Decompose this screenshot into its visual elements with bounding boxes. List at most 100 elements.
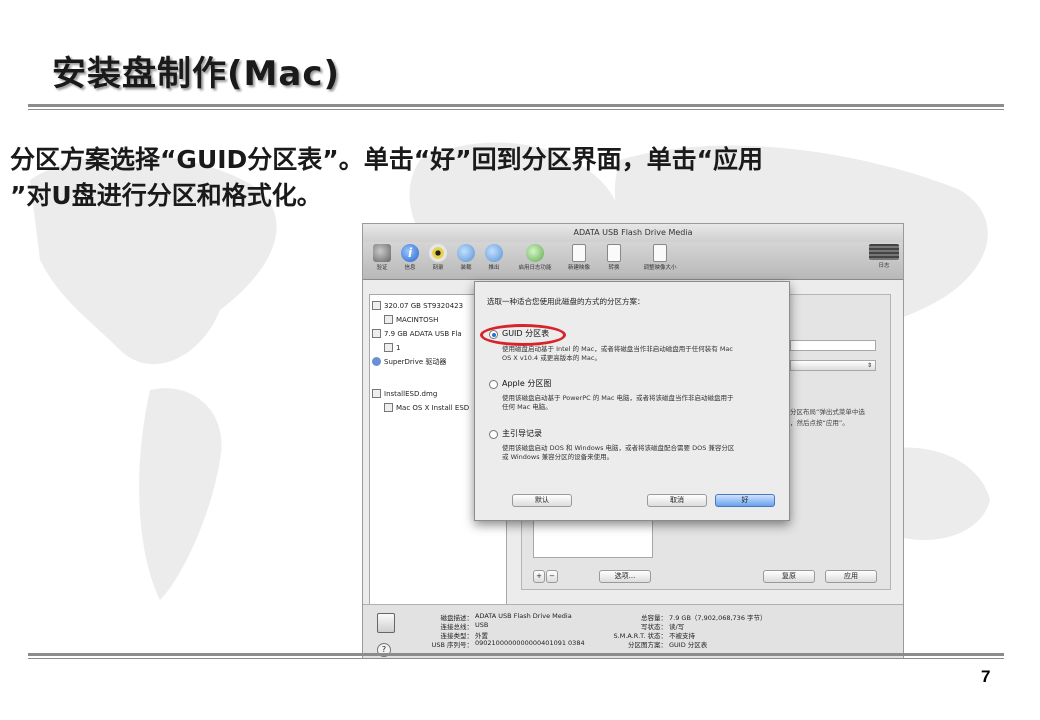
revert-button[interactable]: 复原 (763, 570, 815, 583)
desc-line: 使用磁盘启动基于 Intel 的 Mac，或者将磁盘当作非启动磁盘用于任何装有 … (502, 345, 733, 353)
name-field[interactable] (790, 340, 876, 351)
add-partition-button[interactable]: + (533, 570, 545, 583)
toolbar-new-image-button[interactable]: 新建映像 (561, 244, 597, 271)
option-mbr-desc: 使用该磁盘启动 DOS 和 Windows 电脑，或者将该磁盘配合需要 DOS … (502, 444, 782, 462)
sidebar-item-internal-disk[interactable]: 320.07 GB ST9320423 (372, 301, 463, 310)
info-icon: i (401, 244, 419, 262)
sidebar-item-usb-disk[interactable]: 7.9 GB ADATA USB Fla (372, 329, 462, 338)
top-rule-thin (28, 109, 1004, 110)
option-apple-label[interactable]: Apple 分区图 (502, 378, 551, 389)
resize-image-icon (653, 244, 667, 262)
instruction-line-1: 分区方案选择“GUID分区表”。单击“好”回到分区界面，单击“应用 (10, 145, 764, 174)
serial-label: USB 序列号： (431, 641, 473, 649)
sidebar-item-label: Mac OS X Install ESD (396, 404, 470, 412)
toolbar-label: 刻录 (432, 265, 444, 271)
toolbar-label: 新建映像 (567, 265, 590, 271)
toolbar-eject-button[interactable]: 推出 (479, 244, 509, 271)
enable-journaling-icon (526, 244, 544, 262)
guid-highlight-ellipse (480, 324, 566, 346)
options-button[interactable]: 选项... (599, 570, 651, 583)
eject-icon (485, 244, 503, 262)
log-icon (869, 244, 899, 260)
sidebar-item-label: 320.07 GB ST9320423 (384, 302, 464, 310)
volume-icon (384, 343, 393, 352)
usb-drive-icon (377, 613, 395, 633)
disk-desc-value: ADATA USB Flash Drive Media (475, 612, 572, 620)
serial-value: 0902100000000000401091 0384 (475, 639, 585, 647)
window-title: ADATA USB Flash Drive Media (363, 224, 903, 242)
toolbar-mount-button[interactable]: 装载 (451, 244, 481, 271)
toolbar-label: 调整映像大小 (643, 265, 677, 271)
format-popup[interactable]: ⇕ (790, 360, 876, 371)
option-guid-desc: 使用磁盘启动基于 Intel 的 Mac，或者将磁盘当作非启动磁盘用于任何装有 … (502, 345, 782, 363)
sidebar-item-label: SuperDrive 驱动器 (384, 358, 447, 366)
sidebar-item-label: MACINTOSH (396, 316, 439, 324)
toolbar-verify-button[interactable]: 验证 (367, 244, 397, 271)
default-button[interactable]: 默认 (512, 494, 572, 507)
disk-image-icon (372, 389, 381, 398)
partition-scheme-label: 分区图方案： (628, 641, 667, 649)
new-image-icon (572, 244, 586, 262)
sidebar-item-label: InstallESD.dmg (384, 390, 438, 398)
convert-icon (607, 244, 621, 262)
mount-icon (457, 244, 475, 262)
toolbar-label: 启用日志功能 (518, 265, 552, 271)
partition-hint-line-2: ，然后点按“应用”。 (790, 419, 849, 427)
desc-line: 使用该磁盘启动 DOS 和 Windows 电脑，或者将该磁盘配合需要 DOS … (502, 444, 735, 452)
disk-info-panel: ? 磁盘描述： ADATA USB Flash Drive Media 连接总线… (363, 604, 903, 658)
volume-icon (384, 315, 393, 324)
partition-scheme-sheet: 选取一种适合您使用此磁盘的方式的分区方案： GUID 分区表 使用磁盘启动基于 … (474, 281, 790, 521)
sidebar-item-label: 1 (396, 344, 401, 352)
toolbar-burn-button[interactable]: 刻录 (423, 244, 453, 271)
desc-line: 任何 Mac 电脑。 (502, 403, 552, 411)
volume-icon (384, 403, 393, 412)
conn-bus-value: USB (475, 621, 489, 629)
sidebar-item-macintosh[interactable]: MACINTOSH (384, 315, 438, 324)
radio-apple[interactable] (489, 380, 498, 389)
burn-icon (429, 244, 447, 262)
toolbar-log-button[interactable]: 日志 (869, 244, 899, 269)
microscope-icon (373, 244, 391, 262)
partition-scheme-value: GUID 分区表 (669, 641, 708, 649)
toolbar-label: 推出 (488, 265, 500, 271)
desc-line: OS X v10.4 或更高版本的 Mac。 (502, 354, 601, 362)
bottom-rule (28, 653, 1004, 656)
toolbar-label: 装载 (460, 265, 472, 271)
usb-disk-icon (372, 329, 381, 338)
sidebar-item-label: 7.9 GB ADATA USB Fla (384, 330, 462, 338)
radio-mbr[interactable] (489, 430, 498, 439)
toolbar-label: 转换 (608, 265, 620, 271)
remove-partition-button[interactable]: − (546, 570, 558, 583)
toolbar-label: 验证 (376, 265, 388, 271)
desc-line: 使用该磁盘启动基于 PowerPC 的 Mac 电脑，或者将该磁盘当作非启动磁盘… (502, 394, 734, 402)
bottom-rule-thin (28, 658, 1004, 659)
toolbar-label: 信息 (404, 265, 416, 271)
sidebar-item-installesd-dmg[interactable]: InstallESD.dmg (372, 389, 437, 398)
optical-drive-icon (372, 357, 381, 366)
sidebar-item-superdrive[interactable]: SuperDrive 驱动器 (372, 357, 446, 367)
desc-line: 或 Windows 兼容分区的设备来使用。 (502, 453, 614, 461)
sidebar-item-volume-1[interactable]: 1 (384, 343, 400, 352)
toolbar: 验证 i 信息 刻录 装载 推出 启用日志功能 新建映像 转换 调整映像大小 日… (363, 242, 903, 280)
toolbar-label: 日志 (878, 263, 890, 269)
toolbar-resize-image-button[interactable]: 调整映像大小 (635, 244, 685, 271)
partition-layout-preview (533, 520, 653, 558)
hard-disk-icon (372, 301, 381, 310)
instruction-line-2: ”对U盘进行分区和格式化。 (10, 181, 322, 210)
option-mbr-label[interactable]: 主引导记录 (502, 428, 542, 439)
partition-hint-line-1: 分区布局“弹出式菜单中选 (790, 408, 865, 416)
toolbar-convert-button[interactable]: 转换 (599, 244, 629, 271)
toolbar-info-button[interactable]: i 信息 (395, 244, 425, 271)
apply-button[interactable]: 应用 (825, 570, 877, 583)
ok-button[interactable]: 好 (715, 494, 775, 507)
toolbar-journaling-button[interactable]: 启用日志功能 (513, 244, 557, 271)
page-number: 7 (981, 667, 991, 686)
option-apple-desc: 使用该磁盘启动基于 PowerPC 的 Mac 电脑，或者将该磁盘当作非启动磁盘… (502, 394, 782, 412)
instruction-text: 分区方案选择“GUID分区表”。单击“好”回到分区界面，单击“应用 ”对U盘进行… (10, 142, 1030, 214)
slide-title: 安装盘制作(Mac) (52, 54, 341, 94)
sidebar-item-install-esd-volume[interactable]: Mac OS X Install ESD (384, 403, 469, 412)
cancel-button[interactable]: 取消 (647, 494, 707, 507)
disk-utility-window: ADATA USB Flash Drive Media 验证 i 信息 刻录 装… (362, 223, 904, 659)
top-rule (28, 104, 1004, 107)
sheet-prompt: 选取一种适合您使用此磁盘的方式的分区方案： (487, 297, 645, 306)
